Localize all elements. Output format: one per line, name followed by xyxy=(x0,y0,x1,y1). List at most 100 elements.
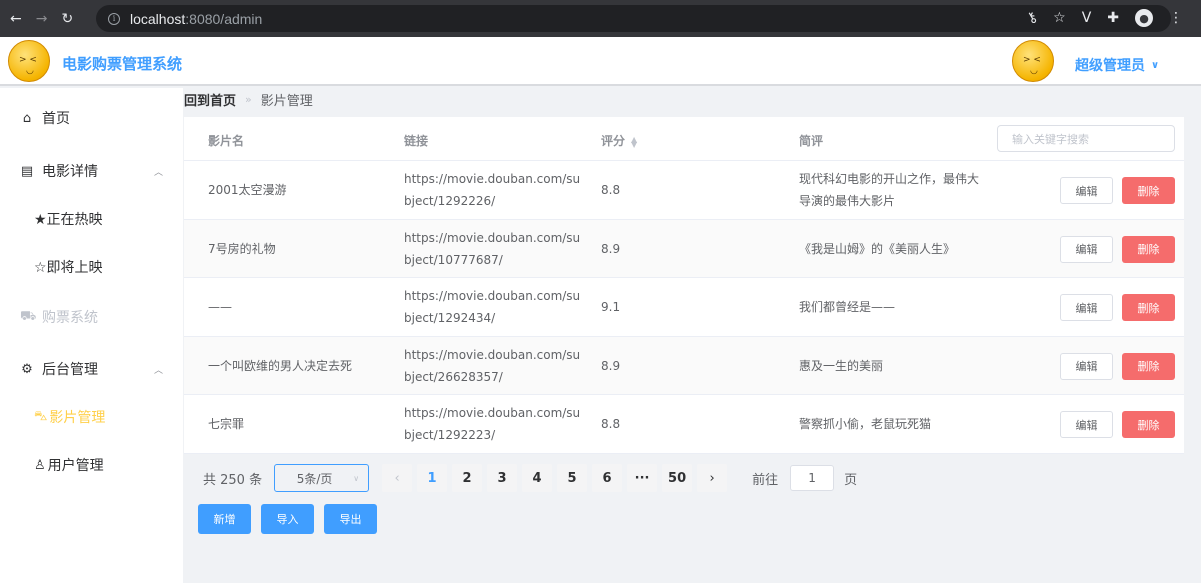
page-size-select[interactable]: 5条/页 ∨ xyxy=(274,464,370,492)
logo: > < ◡ xyxy=(8,40,50,82)
sidebar-item-label: 首页 xyxy=(42,111,70,127)
browser-actions: ⚷ ☆ V ✚ ● ⋮ xyxy=(1024,9,1183,28)
table-header: 影片名 链接 评分 ▲ ▼ 简评 输入关键字搜索 xyxy=(184,117,1184,161)
prev-page-button[interactable]: ‹ xyxy=(382,464,413,492)
sidebar-item-label: 用户管理 xyxy=(47,458,104,474)
edit-button[interactable]: 编辑 xyxy=(1060,352,1113,380)
delete-button[interactable]: 删除 xyxy=(1122,352,1175,380)
sidebar-item-label: ☆即将上映 xyxy=(34,260,103,276)
app-header: > < ◡ 电影购票管理系统 > < ◡ 超级管理员 ∨ xyxy=(0,37,1201,86)
page-number-button[interactable]: 5 xyxy=(557,464,588,492)
page-number-button[interactable]: 1 xyxy=(417,464,448,492)
table-row: 7号房的礼物 https://movie.douban.com/subject/1… xyxy=(184,219,1184,278)
logo-mouth: ◡ xyxy=(26,66,34,76)
gear-icon: ⚙ xyxy=(21,361,33,377)
avatar[interactable]: > < ◡ xyxy=(1012,40,1054,82)
movie-link-cell: https://movie.douban.com/subject/1077768… xyxy=(404,230,581,267)
sidebar-item-label: 电影详情 xyxy=(42,164,98,180)
breadcrumb-separator: » xyxy=(245,93,252,106)
page-number-button[interactable]: 50 xyxy=(662,464,693,492)
address-bar[interactable]: i localhost:8080/admin xyxy=(96,5,1171,32)
page-list: 1 2 3 4 5 6 ··· 50 xyxy=(417,464,697,492)
user-menu[interactable]: 超级管理员 ∨ xyxy=(1075,55,1159,75)
movie-name-cell: —— xyxy=(208,300,232,314)
table-body: 2001太空漫游 https://movie.douban.com/subject… xyxy=(184,161,1184,454)
total-count: 共 250 条 xyxy=(203,472,263,488)
sidebar-item-label: ★正在热映 xyxy=(34,212,103,228)
page-ellipsis-button[interactable]: ··· xyxy=(627,464,658,492)
delete-button[interactable]: 删除 xyxy=(1122,177,1175,204)
column-header-score[interactable]: 评分 ▲ ▼ xyxy=(601,132,637,149)
page-number-button[interactable]: 2 xyxy=(452,464,483,492)
document-icon: ▤ xyxy=(20,163,34,179)
delete-button[interactable]: 删除 xyxy=(1122,235,1175,263)
movie-review-cell: 我们都曾经是—— xyxy=(799,300,896,314)
chevron-up-icon: ︿ xyxy=(153,167,163,178)
page-number-button[interactable]: 3 xyxy=(487,464,518,492)
delete-button[interactable]: 删除 xyxy=(1122,294,1175,321)
table-row: 2001太空漫游 https://movie.douban.com/subject… xyxy=(184,161,1184,220)
sidebar-item-now-showing[interactable]: ★正在热映 xyxy=(0,194,183,244)
chevron-down-icon: ∨ xyxy=(1151,59,1160,71)
pagination: 共 250 条 5条/页 ∨ ‹ 1 2 3 4 5 6 ··· 50 › 前往 1 页 xyxy=(203,464,857,492)
movie-score-cell: 8.8 xyxy=(601,417,621,431)
key-icon[interactable]: ⚷ xyxy=(1024,9,1041,28)
extensions-puzzle-icon[interactable]: ✚ xyxy=(1107,10,1119,26)
movie-score-cell: 8.9 xyxy=(601,358,621,373)
edit-button[interactable]: 编辑 xyxy=(1060,177,1113,204)
user-icon: ♙ xyxy=(34,457,46,473)
movie-name-cell: 一个叫欧维的男人决定去死 xyxy=(208,358,353,373)
edit-button[interactable]: 编辑 xyxy=(1060,235,1113,263)
column-header-review: 简评 xyxy=(799,134,824,148)
sidebar-item-movie-management[interactable]: ⛍ 影片管理 xyxy=(0,392,183,442)
movie-link-cell: https://movie.douban.com/subject/1292434… xyxy=(404,289,581,325)
logo-eyes: > < xyxy=(19,55,37,65)
browser-toolbar: ← → ↻ i localhost:8080/admin ⚷ ☆ V ✚ ● ⋮ xyxy=(0,0,1201,37)
avatar-mouth: ◡ xyxy=(1030,66,1038,76)
sidebar-item-admin[interactable]: ⚙ 后台管理 ︿ xyxy=(0,344,183,394)
browser-menu-icon[interactable]: ⋮ xyxy=(1169,10,1183,26)
sidebar-item-label: 购票系统 xyxy=(42,310,98,326)
search-input[interactable]: 输入关键字搜索 xyxy=(997,125,1175,152)
goto-page-input[interactable]: 1 xyxy=(790,465,835,491)
column-header-name: 影片名 xyxy=(208,134,245,148)
forward-icon[interactable]: → xyxy=(36,11,48,27)
sidebar: ⌂ 首页 ▤ 电影详情 ︿ ★正在热映 ☆即将上映 ⛟ 购票系统 ⚙ 后台管理 … xyxy=(0,88,183,583)
movie-review-cell: 警察抓小偷，老鼠玩死猫 xyxy=(799,417,932,431)
sidebar-item-user-management[interactable]: ♙ 用户管理 xyxy=(0,440,183,490)
browser-nav: ← → ↻ xyxy=(10,11,73,27)
page-number-button[interactable]: 6 xyxy=(592,464,623,492)
sidebar-item-home[interactable]: ⌂ 首页 xyxy=(0,93,183,143)
goto-label: 前往 xyxy=(752,472,779,488)
bookmark-star-icon[interactable]: ☆ xyxy=(1053,10,1066,26)
site-info-icon[interactable]: i xyxy=(108,12,120,25)
sidebar-item-movie-details[interactable]: ▤ 电影详情 ︿ xyxy=(0,146,183,196)
breadcrumb-home[interactable]: 回到首页 xyxy=(184,90,236,109)
user-name: 超级管理员 xyxy=(1075,58,1145,74)
breadcrumb: 回到首页 » 影片管理 xyxy=(184,90,313,109)
edit-button[interactable]: 编辑 xyxy=(1060,294,1113,321)
sidebar-item-coming-soon[interactable]: ☆即将上映 xyxy=(0,242,183,292)
page-size-value: 5条/页 xyxy=(296,471,333,486)
reload-icon[interactable]: ↻ xyxy=(61,11,73,27)
profile-icon[interactable]: ● xyxy=(1135,9,1153,27)
sidebar-item-ticketing: ⛟ 购票系统 xyxy=(0,292,183,342)
next-page-button[interactable]: › xyxy=(697,464,728,492)
delete-button[interactable]: 删除 xyxy=(1122,411,1175,438)
add-button[interactable]: 新增 xyxy=(198,504,251,534)
sort-icon[interactable]: ▲ ▼ xyxy=(631,135,637,148)
edit-button[interactable]: 编辑 xyxy=(1060,411,1113,438)
avatar-eyes: > < xyxy=(1023,55,1041,65)
back-icon[interactable]: ← xyxy=(10,11,22,27)
chevron-up-icon: ︿ xyxy=(153,365,163,376)
export-button[interactable]: 导出 xyxy=(324,504,377,534)
car-icon: ⛍ xyxy=(34,408,48,424)
home-icon: ⌂ xyxy=(22,110,32,126)
chevron-down-icon: ∨ xyxy=(353,473,360,483)
movie-name-cell: 2001太空漫游 xyxy=(208,183,287,197)
import-button[interactable]: 导入 xyxy=(261,504,314,534)
page-number-button[interactable]: 4 xyxy=(522,464,553,492)
table-row: 一个叫欧维的男人决定去死 https://movie.douban.com/sub… xyxy=(184,336,1184,395)
movie-table: 影片名 链接 评分 ▲ ▼ 简评 输入关键字搜索 2001太空漫游 https://m… xyxy=(184,117,1184,454)
extension-v-icon[interactable]: V xyxy=(1082,10,1092,26)
